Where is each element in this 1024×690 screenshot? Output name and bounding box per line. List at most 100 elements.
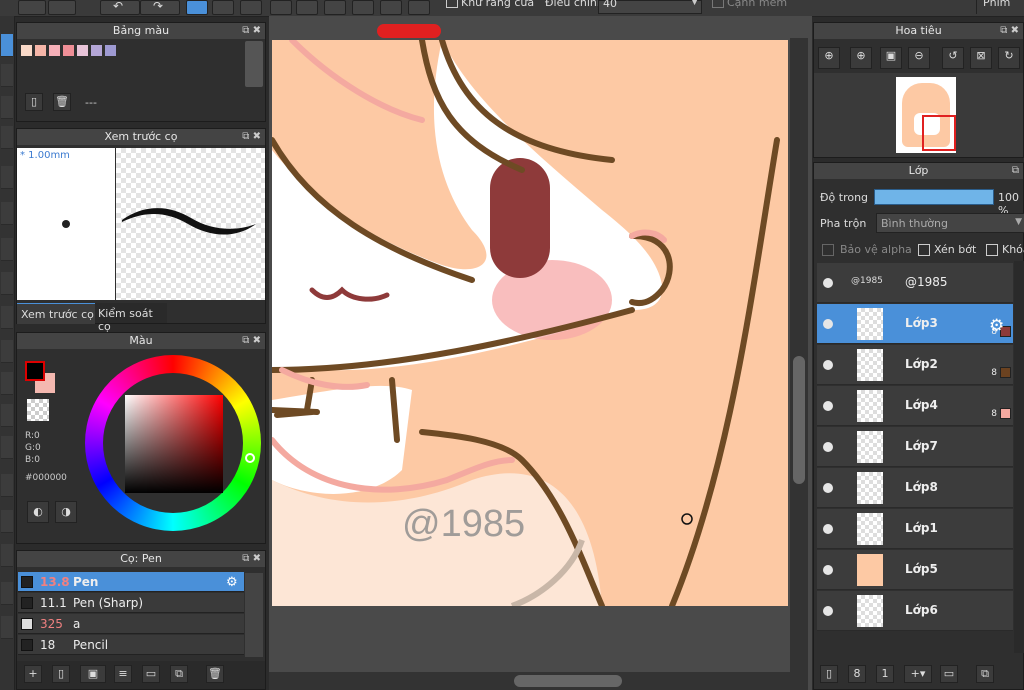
star-tool[interactable] [1, 372, 13, 395]
eraser-tool[interactable] [1, 64, 13, 87]
layer-list-scrollbar[interactable] [1014, 261, 1024, 653]
layer-row[interactable]: Lớp4 8 [817, 386, 1013, 426]
visibility-eye-icon[interactable] [823, 360, 833, 370]
eyedropper-tool[interactable] [1, 404, 13, 427]
layer-row[interactable]: Lớp5 [817, 550, 1013, 590]
saturation-value-square[interactable] [125, 395, 223, 493]
new-layer-1bit-button[interactable]: 1 [876, 665, 894, 683]
pen-tool[interactable] [1, 34, 13, 57]
brush-folder-button[interactable]: ▭ [142, 665, 160, 683]
duplicate-layer-button[interactable]: ⧉ [976, 665, 994, 683]
hand-tool[interactable] [1, 616, 13, 639]
palette-scrollbar[interactable] [245, 41, 263, 87]
transparent-color-swatch[interactable] [27, 399, 49, 421]
visibility-eye-icon[interactable] [823, 483, 833, 493]
vertical-scrollbar[interactable] [790, 38, 808, 690]
brush-settings-gear-icon[interactable]: ⚙ [226, 575, 238, 590]
drawing-canvas[interactable]: @1985 [272, 40, 788, 606]
reset-view-button[interactable]: ⊠ [970, 47, 992, 69]
layer-row[interactable]: @1985 @1985 [817, 263, 1013, 303]
bucket-tool[interactable] [1, 238, 13, 261]
panel-float-close-icons[interactable]: ⧉ ✖ [242, 551, 261, 567]
brush-tool[interactable] [1, 126, 13, 149]
color-picker-mode-button[interactable]: ◑ [55, 501, 77, 523]
new-palette-button[interactable]: ▯ [25, 93, 43, 111]
move-tool[interactable] [1, 166, 13, 189]
smudge-tool[interactable] [1, 544, 13, 567]
select-tool[interactable] [1, 96, 13, 119]
palette-swatch[interactable] [105, 45, 116, 56]
frame-tool[interactable] [1, 474, 13, 497]
opacity-slider[interactable] [874, 189, 994, 205]
brush-list-item[interactable]: 11.1 Pen (Sharp) [18, 593, 244, 613]
brush-list-item[interactable]: 18 Pencil [18, 635, 244, 655]
lock-checkbox[interactable] [986, 244, 998, 256]
blend-mode-dropdown[interactable]: Bình thường ▼ [876, 213, 1024, 233]
visibility-eye-icon[interactable] [823, 319, 833, 329]
no-select-icon-button[interactable] [186, 0, 208, 15]
zoom-out-button[interactable]: ⊖ [908, 47, 930, 69]
concentric-icon-button[interactable] [324, 0, 346, 15]
clipping-checkbox[interactable] [918, 244, 930, 256]
magic-wand-tool[interactable] [1, 340, 13, 363]
lasso-tool[interactable] [1, 306, 13, 329]
hue-wheel[interactable] [85, 355, 261, 531]
tab-brush-control[interactable]: Kiểm soát cọ [95, 303, 167, 333]
horizontal-scrollbar[interactable] [269, 672, 790, 690]
delete-brush-button[interactable]: 🗑 [206, 665, 224, 683]
add-brush-button[interactable]: + [24, 665, 42, 683]
layer-row[interactable]: Lớp8 [817, 468, 1013, 508]
panel-float-close-icons[interactable]: ⧉ ✖ [242, 333, 261, 349]
panel-float-icon[interactable]: ⧉ [1012, 163, 1019, 179]
vertical-scroll-thumb[interactable] [793, 356, 805, 484]
palette-swatch[interactable] [49, 45, 60, 56]
new-brush-button[interactable]: ▯ [52, 665, 70, 683]
brush-settings-button[interactable]: ≡ [114, 665, 132, 683]
layer-row[interactable]: Lớp3 8 [817, 304, 1013, 344]
palette-swatch[interactable] [35, 45, 46, 56]
primary-color-swatch[interactable] [25, 361, 45, 381]
brush-list-item[interactable]: 325 a [18, 614, 244, 634]
panel-float-close-icons[interactable]: ⧉ ✖ [242, 129, 261, 145]
text-tool[interactable] [1, 436, 13, 459]
visibility-eye-icon[interactable] [823, 442, 833, 452]
tab-brush-preview[interactable]: Xem trước cọ [17, 303, 95, 324]
new-layer-8bit-button[interactable]: 8 [848, 665, 866, 683]
visibility-eye-icon[interactable] [823, 565, 833, 575]
panel-float-close-icons[interactable]: ⧉ ✖ [1000, 23, 1019, 39]
radial-icon-button[interactable] [296, 0, 318, 15]
curve-icon-button[interactable] [352, 0, 374, 15]
protect-alpha-checkbox[interactable] [822, 244, 834, 256]
gradient-tool[interactable] [1, 272, 13, 295]
adjust-dropdown[interactable]: 40 ▼ [598, 0, 702, 14]
fit-screen-button[interactable]: ▣ [880, 47, 902, 69]
gear-icon-button[interactable] [408, 0, 430, 15]
speech-icon-button[interactable] [48, 0, 76, 15]
fill-tool[interactable] [1, 202, 13, 225]
zoom-in-alt-button[interactable]: ⊕ [850, 47, 872, 69]
horizontal-scroll-thumb[interactable] [514, 675, 622, 687]
visibility-eye-icon[interactable] [823, 606, 833, 616]
color-wheel-mode-button[interactable]: ◐ [27, 501, 49, 523]
palette-swatch[interactable] [77, 45, 88, 56]
palette-swatch[interactable] [21, 45, 32, 56]
layer-row[interactable]: Lớp6 [817, 591, 1013, 631]
duplicate-brush-button[interactable]: ⧉ [170, 665, 188, 683]
rotate-left-button[interactable]: ↺ [942, 47, 964, 69]
navigator-thumbnail[interactable] [896, 77, 956, 153]
delete-palette-button[interactable]: 🗑 [53, 93, 71, 111]
rotate-right-button[interactable]: ↻ [998, 47, 1020, 69]
layer-row[interactable]: Lớp1 [817, 509, 1013, 549]
soft-edge-checkbox[interactable] [712, 0, 724, 8]
layer-row[interactable]: Lớp2 8 [817, 345, 1013, 385]
layer-folder-button[interactable]: ▭ [940, 665, 958, 683]
line-tool[interactable] [1, 510, 13, 533]
palette-swatch[interactable] [91, 45, 102, 56]
layer-settings-gear-icon[interactable]: ⚙ [989, 316, 1004, 336]
brush-type-button[interactable]: ▣ [80, 665, 106, 683]
rotate-tool[interactable] [1, 582, 13, 605]
panel-float-close-icons[interactable]: ⧉ ✖ [242, 23, 261, 39]
layer-row[interactable]: Lớp7 [817, 427, 1013, 467]
visibility-eye-icon[interactable] [823, 278, 833, 288]
zoom-in-button[interactable]: ⊕ [818, 47, 840, 69]
